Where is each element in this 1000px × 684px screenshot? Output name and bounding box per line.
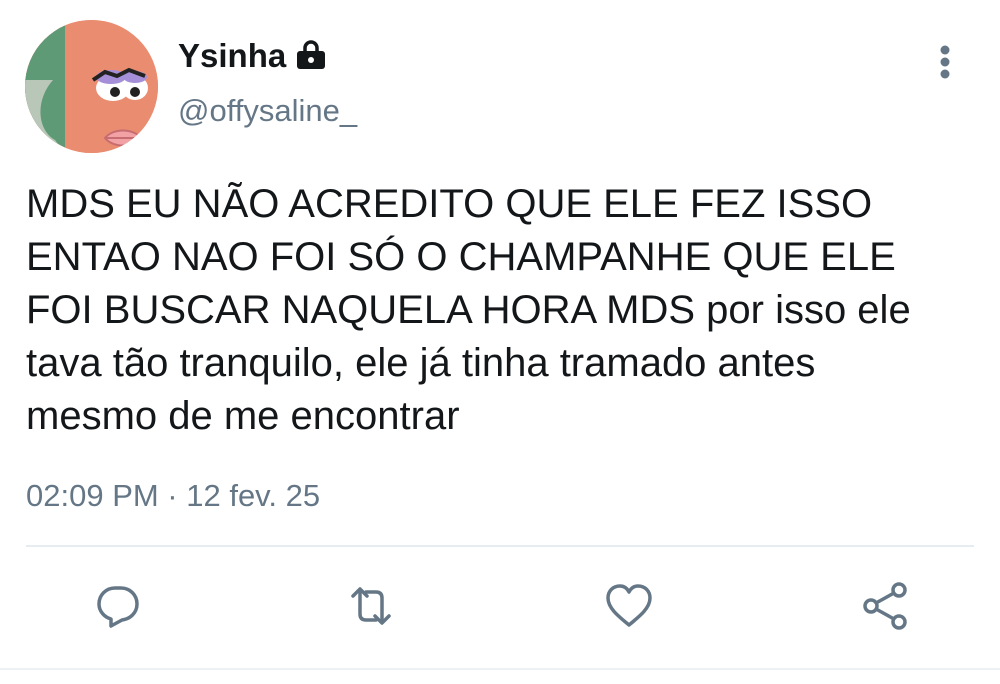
bottom-divider bbox=[0, 668, 1000, 670]
tweet-text: MDS EU NÃO ACREDITO QUE ELE FEZ ISSO ENT… bbox=[26, 182, 911, 438]
tweet-card: Ysinha @offysaline_ MDS EU NÃO ACREDITO … bbox=[0, 0, 1000, 684]
lock-icon bbox=[294, 39, 328, 73]
display-name[interactable]: Ysinha bbox=[178, 36, 286, 76]
retweet-icon[interactable] bbox=[345, 580, 397, 632]
avatar[interactable] bbox=[25, 20, 158, 153]
heart-icon[interactable] bbox=[603, 580, 655, 632]
reply-icon[interactable] bbox=[92, 580, 144, 632]
name-row: Ysinha bbox=[178, 36, 328, 76]
user-handle[interactable]: @offysaline_ bbox=[178, 91, 357, 131]
more-vertical-icon[interactable] bbox=[930, 44, 960, 84]
divider bbox=[26, 545, 974, 547]
tweet-timestamp[interactable]: 02:09 PM · 12 fev. 25 bbox=[26, 476, 320, 516]
share-icon[interactable] bbox=[860, 580, 912, 632]
